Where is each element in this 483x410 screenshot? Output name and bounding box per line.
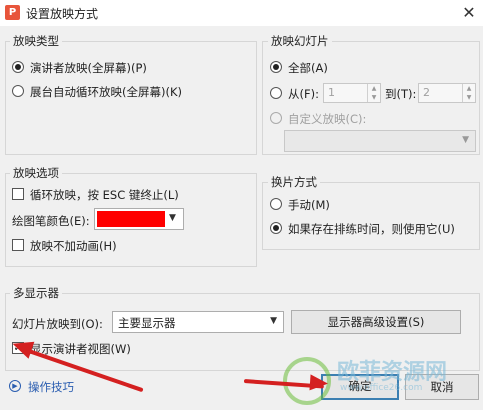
close-icon[interactable]: ✕ (458, 2, 480, 24)
show-on-label: 幻灯片放映到(O): (12, 317, 103, 331)
to-label: 到(T): (385, 87, 417, 101)
no-animation-label[interactable]: 放映不加动画(H) (30, 238, 117, 254)
pen-color-picker[interactable]: ▼ (94, 208, 184, 230)
custom-show-dropdown[interactable]: ▼ (284, 130, 476, 152)
arrowhead-icon (309, 374, 329, 392)
custom-show-label: 自定义放映(C): (288, 112, 367, 126)
watermark-text: 欧菲资源网 (337, 360, 448, 385)
to-slide-value: 2 (423, 86, 430, 99)
radio-custom-show[interactable] (270, 112, 282, 124)
chevron-down-icon: ▼ (462, 135, 469, 145)
manual-label[interactable]: 手动(M) (288, 197, 330, 213)
radio-all-slides[interactable] (270, 61, 282, 73)
advance-slides-group (262, 182, 480, 250)
no-animation-checkbox[interactable] (12, 239, 24, 251)
monitor-select[interactable]: 主要显示器 ▼ (112, 311, 284, 333)
monitor-select-value: 主要显示器 (118, 316, 176, 330)
monitor-advanced-settings-button[interactable]: 显示器高级设置(S) (291, 310, 461, 334)
from-slide-stepper[interactable]: 1 ▲ ▼ (323, 83, 381, 103)
pen-color-swatch (97, 211, 165, 227)
kiosk-fullscreen-label[interactable]: 展台自动循环放映(全屏幕)(K) (30, 84, 182, 100)
chevron-down-icon: ▼ (169, 213, 176, 223)
show-options-group-label: 放映选项 (10, 165, 62, 181)
radio-manual[interactable] (270, 198, 282, 210)
loop-checkbox[interactable] (12, 188, 24, 200)
tips-link[interactable]: 操作技巧 (28, 379, 74, 395)
radio-kiosk-fullscreen[interactable] (12, 85, 24, 97)
presenter-fullscreen-label[interactable]: 演讲者放映(全屏幕)(P) (30, 60, 147, 76)
watermark-url: www.office26.com (340, 383, 423, 393)
loop-label[interactable]: 循环放映，按 ESC 键终止(L) (30, 187, 179, 203)
all-slides-label[interactable]: 全部(A) (288, 60, 328, 76)
wps-presentation-icon: P (5, 5, 20, 20)
use-timings-label[interactable]: 如果存在排练时间，则使用它(U) (288, 221, 455, 237)
radio-presenter-fullscreen[interactable] (12, 61, 24, 73)
multi-monitor-group-label: 多显示器 (10, 285, 62, 301)
stepper-arrows-icon[interactable]: ▲ ▼ (462, 84, 475, 102)
radio-use-timings[interactable] (270, 222, 282, 234)
advance-slides-group-label: 换片方式 (268, 174, 320, 190)
to-slide-stepper[interactable]: 2 ▲ ▼ (418, 83, 476, 103)
chevron-down-icon: ▼ (270, 316, 277, 326)
stepper-arrows-icon[interactable]: ▲ ▼ (367, 84, 380, 102)
pen-color-label: 绘图笔颜色(E): (12, 214, 90, 228)
radio-slide-range[interactable] (270, 87, 282, 99)
slides-range-group-label: 放映幻灯片 (268, 33, 332, 49)
from-label: 从(F): (288, 87, 319, 101)
show-type-group-label: 放映类型 (10, 33, 62, 49)
from-slide-value: 1 (328, 86, 335, 99)
window-title: 设置放映方式 (26, 7, 99, 21)
play-circle-icon[interactable]: ▶ (9, 380, 21, 392)
